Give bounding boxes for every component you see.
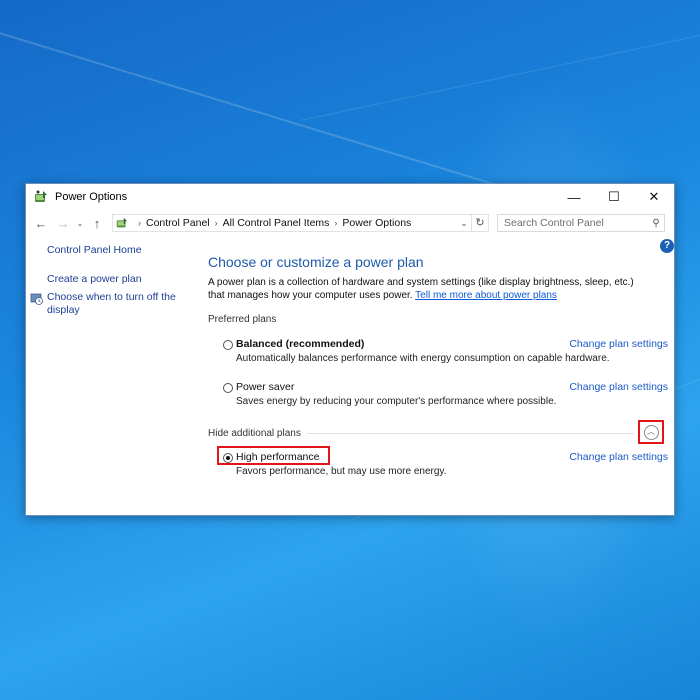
plan-name[interactable]: High performance — [236, 451, 319, 463]
breadcrumb-all-items[interactable]: All Control Panel Items — [223, 217, 330, 229]
plan-description: Saves energy by reducing your computer's… — [236, 396, 557, 407]
breadcrumb[interactable]: › Control Panel › All Control Panel Item… — [112, 214, 489, 232]
plan-description: Favors performance, but may use more ene… — [236, 466, 447, 477]
additional-plans-divider: Hide additional plans ︿ — [208, 420, 668, 444]
up-arrow-icon[interactable]: ↑ — [86, 216, 108, 231]
chevron-up-icon: ︿ — [643, 424, 659, 440]
main-content: Choose or customize a power plan A power… — [208, 254, 668, 491]
breadcrumb-separator: › — [138, 218, 141, 228]
sidebar-item-turn-off-display[interactable]: Choose when to turn off the display — [30, 291, 198, 317]
page-description: A power plan is a collection of hardware… — [208, 276, 653, 302]
hide-additional-plans-label[interactable]: Hide additional plans — [208, 428, 307, 439]
close-button[interactable]: ✕ — [634, 184, 674, 210]
breadcrumb-control-panel[interactable]: Control Panel — [146, 217, 210, 229]
address-dropdown-icon[interactable]: ⌄ — [457, 218, 471, 229]
control-panel-icon — [116, 217, 128, 228]
preferred-plans-label: Preferred plans — [208, 314, 277, 325]
plan-radio-power-saver[interactable] — [223, 383, 233, 393]
plan-balanced: Balanced (recommended) Automatically bal… — [208, 338, 668, 378]
help-icon[interactable]: ? — [660, 239, 674, 253]
plan-power-saver: Power saver Saves energy by reducing you… — [208, 381, 668, 421]
forward-arrow-icon[interactable]: → — [52, 216, 74, 231]
sidebar-item-control-panel-home[interactable]: Control Panel Home — [47, 244, 198, 256]
learn-more-link[interactable]: Tell me more about power plans — [415, 290, 557, 301]
title-bar[interactable]: Power Options — ☐ ✕ — [26, 184, 674, 210]
plan-name[interactable]: Balanced (recommended) — [236, 338, 364, 350]
change-plan-settings-link[interactable]: Change plan settings — [569, 381, 668, 393]
breadcrumb-separator[interactable]: › — [334, 218, 337, 228]
maximize-button[interactable]: ☐ — [594, 184, 634, 210]
plan-radio-high-performance[interactable] — [223, 453, 233, 463]
breadcrumb-separator[interactable]: › — [215, 218, 218, 228]
back-arrow-icon[interactable]: ← — [30, 216, 52, 231]
change-plan-settings-link[interactable]: Change plan settings — [569, 451, 668, 463]
refresh-icon[interactable]: ↻ — [471, 214, 488, 232]
divider-line — [306, 432, 634, 434]
search-input[interactable] — [498, 216, 648, 230]
recent-locations-chevron-icon[interactable]: ⌄ — [74, 219, 86, 228]
collapse-button[interactable]: ︿ — [638, 420, 664, 444]
plan-high-performance: High performance Favors performance, but… — [208, 446, 668, 491]
plan-radio-balanced[interactable] — [223, 340, 233, 350]
page-title: Choose or customize a power plan — [208, 254, 424, 270]
breadcrumb-power-options[interactable]: Power Options — [342, 217, 457, 229]
power-options-icon — [35, 190, 47, 202]
sidebar-item-label[interactable]: Choose when to turn off the display — [47, 291, 182, 317]
search-box[interactable]: ⚲ — [497, 214, 665, 232]
minimize-button[interactable]: — — [554, 184, 594, 210]
display-clock-icon — [30, 293, 43, 305]
window-title: Power Options — [55, 191, 128, 203]
search-icon[interactable]: ⚲ — [648, 218, 664, 229]
power-options-window: Power Options — ☐ ✕ ← → ⌄ ↑ › Control Pa… — [25, 183, 675, 516]
plan-name[interactable]: Power saver — [236, 381, 294, 393]
sidebar: Control Panel Home Create a power plan C… — [26, 244, 198, 317]
change-plan-settings-link[interactable]: Change plan settings — [569, 338, 668, 350]
plan-description: Automatically balances performance with … — [236, 353, 610, 364]
sidebar-item-create-power-plan[interactable]: Create a power plan — [47, 273, 198, 285]
